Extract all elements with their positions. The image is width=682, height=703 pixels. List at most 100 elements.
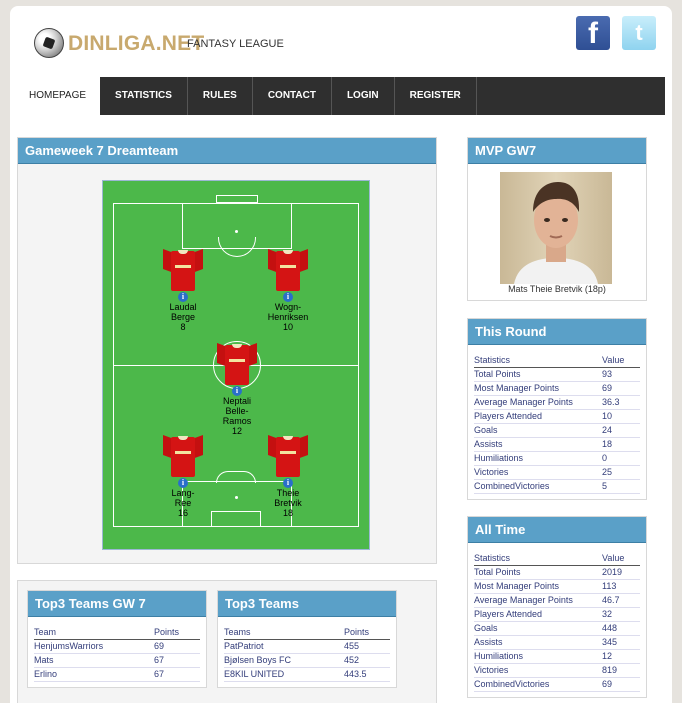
- player-card[interactable]: i Wogn- Henriksen 10: [248, 245, 328, 332]
- stat-label: CombinedVictories: [474, 677, 602, 692]
- stat-label: Goals: [474, 423, 602, 438]
- main-nav: HOMEPAGE STATISTICS RULES CONTACT LOGIN …: [17, 77, 665, 115]
- stat-value: 2019: [602, 565, 640, 580]
- column-header: Teams: [224, 625, 344, 640]
- team-name: Erlino: [34, 667, 154, 682]
- table-row: Average Manager Points 36.3: [474, 395, 640, 410]
- stat-label: Victories: [474, 465, 602, 480]
- info-icon[interactable]: i: [283, 292, 293, 302]
- stat-value: 12: [602, 649, 640, 664]
- info-icon[interactable]: i: [283, 478, 293, 488]
- player-card[interactable]: i Neptali Belle- Ramos 12: [197, 339, 277, 436]
- player-name: Neptali Belle- Ramos: [222, 396, 252, 426]
- this-round-title: This Round: [468, 319, 646, 345]
- mvp-panel: MVP GW7 Mats Theie Bretvik (18p): [467, 137, 647, 301]
- stat-value: 448: [602, 621, 640, 636]
- table-row: Total Points 93: [474, 367, 640, 382]
- stat-label: Most Manager Points: [474, 381, 602, 396]
- table-row: Most Manager Points 113: [474, 579, 640, 594]
- all-time-title: All Time: [468, 517, 646, 543]
- table-row: Bjølsen Boys FC 452: [224, 653, 390, 668]
- facebook-icon[interactable]: f: [576, 16, 610, 50]
- stat-label: Victories: [474, 663, 602, 678]
- table-row: HenjumsWarriors 69: [34, 639, 200, 654]
- team-name: E8KIL UNITED: [224, 667, 344, 682]
- stat-value: 819: [602, 663, 640, 678]
- stat-value: 36.3: [602, 395, 640, 410]
- nav-rules[interactable]: RULES: [188, 77, 253, 115]
- table-row: Total Points 2019: [474, 565, 640, 580]
- this-round-table: Statistics Value Total Points 93 Most Mana…: [474, 353, 640, 494]
- player-name: Wogn- Henriksen: [267, 302, 309, 322]
- stat-value: 93: [602, 367, 640, 382]
- stat-value: 5: [602, 479, 640, 494]
- column-header: Value: [602, 551, 640, 566]
- player-name: Theie Bretvik: [274, 488, 302, 508]
- stat-value: 69: [602, 381, 640, 396]
- top3-section: Top3 Teams GW 7 Team Points HenjumsWarrio…: [17, 580, 437, 703]
- stat-value: 0: [602, 451, 640, 466]
- jersey-icon: [163, 431, 203, 477]
- stat-label: Assists: [474, 437, 602, 452]
- team-name: PatPatriot: [224, 639, 344, 654]
- mvp-caption: Mats Theie Bretvik (18p): [508, 284, 606, 294]
- player-points: 10: [282, 322, 293, 332]
- stat-label: Total Points: [474, 565, 602, 580]
- nav-statistics[interactable]: STATISTICS: [100, 77, 188, 115]
- top-goal-box: [216, 195, 258, 203]
- table-row: CombinedVictories 69: [474, 677, 640, 692]
- stat-label: Humiliations: [474, 649, 602, 664]
- top3-title: Top3 Teams: [218, 591, 396, 617]
- table-row: Humiliations 12: [474, 649, 640, 664]
- table-row: Average Manager Points 46.7: [474, 593, 640, 608]
- nav-contact[interactable]: CONTACT: [253, 77, 332, 115]
- mvp-photo[interactable]: [500, 172, 612, 284]
- column-header: Team: [34, 625, 154, 640]
- table-row: Goals 448: [474, 621, 640, 636]
- table-row: E8KIL UNITED 443.5: [224, 667, 390, 682]
- column-header: Points: [344, 625, 390, 640]
- stat-label: Players Attended: [474, 409, 602, 424]
- stat-value: 24: [602, 423, 640, 438]
- all-time-panel: All Time Statistics Value Total Points 201…: [467, 516, 647, 698]
- column-header: Statistics: [474, 551, 602, 566]
- jersey-icon: [268, 431, 308, 477]
- table-row: Assists 345: [474, 635, 640, 650]
- jersey-icon: [268, 245, 308, 291]
- nav-homepage[interactable]: HOMEPAGE: [17, 77, 101, 115]
- team-points: 452: [344, 653, 390, 668]
- football-pitch: i Laudal Berge 8 i Wogn- Henriksen 10 i …: [102, 180, 370, 550]
- player-name: Laudal Berge: [169, 302, 197, 322]
- player-points: 18: [282, 508, 293, 518]
- info-icon[interactable]: i: [232, 386, 242, 396]
- player-card[interactable]: i Theie Bretvik 18: [248, 431, 328, 518]
- team-name: HenjumsWarriors: [34, 639, 154, 654]
- table-row: Goals 24: [474, 423, 640, 438]
- table-row: Players Attended 32: [474, 607, 640, 622]
- column-header: Points: [154, 625, 200, 640]
- table-row: Victories 25: [474, 465, 640, 480]
- column-header: Statistics: [474, 353, 602, 368]
- twitter-icon[interactable]: t: [622, 16, 656, 50]
- player-card[interactable]: i Laudal Berge 8: [143, 245, 223, 332]
- table-row: Mats 67: [34, 653, 200, 668]
- jersey-icon: [163, 245, 203, 291]
- info-icon[interactable]: i: [178, 478, 188, 488]
- top3-table: Teams Points PatPatriot 455 Bjølsen Boys F…: [224, 625, 390, 682]
- dreamteam-title: Gameweek 7 Dreamteam: [18, 138, 436, 164]
- top3-gw-title: Top3 Teams GW 7: [28, 591, 206, 617]
- stat-label: Players Attended: [474, 607, 602, 622]
- stat-value: 25: [602, 465, 640, 480]
- info-icon[interactable]: i: [178, 292, 188, 302]
- table-row: PatPatriot 455: [224, 639, 390, 654]
- table-row: Players Attended 10: [474, 409, 640, 424]
- stat-label: Assists: [474, 635, 602, 650]
- nav-login[interactable]: LOGIN: [332, 77, 395, 115]
- table-row: Most Manager Points 69: [474, 381, 640, 396]
- team-points: 67: [154, 667, 200, 682]
- nav-register[interactable]: REGISTER: [395, 77, 477, 115]
- top3-panel: Top3 Teams Teams Points PatPatriot 455 Bjø…: [217, 590, 397, 688]
- player-card[interactable]: i Lang- Ree 16: [143, 431, 223, 518]
- top3-gw-panel: Top3 Teams GW 7 Team Points HenjumsWarrio…: [27, 590, 207, 688]
- stat-value: 46.7: [602, 593, 640, 608]
